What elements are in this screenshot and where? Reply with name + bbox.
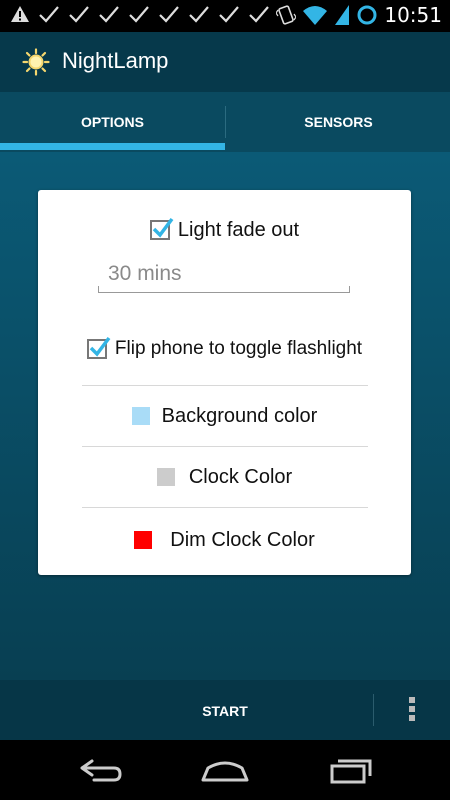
check-icon: [219, 6, 239, 23]
tab-bar: OPTIONS SENSORS: [0, 92, 450, 152]
signal-icon: [335, 5, 350, 25]
fade-duration-value: 30 mins: [108, 262, 182, 285]
status-clock: 10:51: [384, 3, 442, 27]
checkmark-icon: [152, 217, 174, 238]
dim-clock-color-swatch: [134, 531, 153, 549]
sun-icon[interactable]: [22, 48, 50, 76]
checkmark-icon: [89, 336, 111, 357]
flip-flashlight-label: Flip phone to toggle flashlight: [114, 338, 363, 359]
divider: [82, 507, 368, 508]
home-icon[interactable]: [200, 754, 250, 786]
light-fade-out-label: Light fade out: [177, 218, 300, 241]
check-icon: [39, 6, 59, 23]
bottom-action-bar: START: [0, 680, 450, 740]
check-icon: [69, 6, 89, 23]
status-bar: 10:51: [0, 0, 450, 32]
light-fade-out-row[interactable]: Light fade out: [38, 216, 411, 244]
dim-clock-color-label: Dim Clock Color: [170, 528, 315, 551]
tab-sensors-label: SENSORS: [304, 114, 373, 130]
dim-clock-color-row[interactable]: Dim Clock Color: [38, 510, 411, 570]
check-icon: [189, 6, 209, 23]
options-card: Light fade out 30 mins Flip phone to tog…: [38, 190, 411, 575]
input-underline-right: [349, 286, 350, 292]
check-icon: [129, 6, 149, 23]
flip-flashlight-checkbox[interactable]: [86, 336, 111, 359]
back-icon[interactable]: [76, 754, 126, 786]
flip-flashlight-row[interactable]: Flip phone to toggle flashlight: [38, 335, 411, 363]
check-icon: [159, 6, 179, 23]
tab-options-label: OPTIONS: [80, 114, 144, 130]
check-icon: [99, 6, 119, 23]
overflow-menu-button[interactable]: [374, 680, 450, 740]
clock-color-label: Clock Color: [188, 465, 293, 488]
tab-selected-indicator: [0, 143, 225, 150]
clock-color-row[interactable]: Clock Color: [38, 447, 411, 507]
input-underline-left: [98, 286, 99, 292]
warning-icon: [11, 6, 29, 22]
overflow-menu-icon: [409, 697, 415, 724]
background-color-label: Background color: [161, 404, 318, 427]
clock-color-swatch: [156, 468, 175, 486]
sync-ring-icon: [357, 5, 377, 25]
vibrate-icon: [276, 5, 297, 25]
background-color-swatch: [131, 407, 150, 425]
navigation-bar: [0, 740, 450, 800]
tab-sensors[interactable]: SENSORS: [226, 92, 450, 152]
recents-icon[interactable]: [326, 754, 376, 786]
action-bar: NightLamp: [0, 32, 450, 92]
check-icon: [249, 6, 269, 23]
background-color-row[interactable]: Background color: [38, 386, 411, 446]
wifi-icon: [303, 6, 328, 25]
light-fade-out-checkbox[interactable]: [149, 217, 174, 240]
fade-duration-input[interactable]: 30 mins: [98, 262, 350, 293]
app-title: NightLamp: [62, 48, 169, 73]
